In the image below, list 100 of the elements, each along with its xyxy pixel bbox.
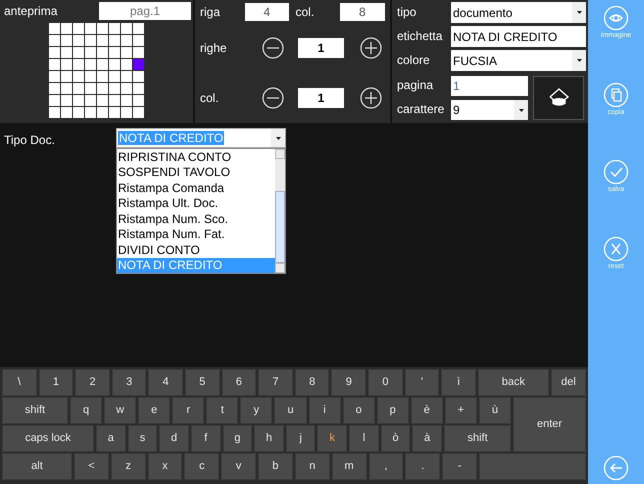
row-field[interactable]: 4 xyxy=(245,3,288,21)
property-field[interactable]: NOTA DI CREDITO xyxy=(451,26,586,47)
list-option[interactable]: Ristampa Num. Sco. xyxy=(117,211,275,226)
preview-cell[interactable] xyxy=(121,95,132,106)
preview-cell[interactable] xyxy=(109,95,120,106)
keyboard-key[interactable]: m xyxy=(332,453,366,480)
preview-cell[interactable] xyxy=(109,71,120,82)
preview-cell[interactable] xyxy=(49,23,60,34)
plus-icon[interactable] xyxy=(360,87,382,109)
preview-cell[interactable] xyxy=(73,23,84,34)
scrollbar[interactable] xyxy=(275,149,285,273)
keyboard-key[interactable]: back xyxy=(478,369,549,396)
page-field[interactable]: pag.1 xyxy=(99,2,191,20)
keyboard-key[interactable]: 2 xyxy=(75,369,110,396)
keyboard-key[interactable]: alt xyxy=(2,453,72,480)
preview-cell[interactable] xyxy=(97,59,108,70)
property-select[interactable]: 9 xyxy=(451,100,528,120)
keyboard-key[interactable]: ì xyxy=(441,369,476,396)
preview-cell[interactable] xyxy=(73,83,84,94)
preview-cell[interactable] xyxy=(97,95,108,106)
keyboard-key[interactable]: 3 xyxy=(112,369,146,396)
keyboard-key[interactable]: shift xyxy=(444,425,512,452)
preview-cell[interactable] xyxy=(61,83,72,94)
keyboard-key[interactable]: t xyxy=(206,397,238,424)
preview-cell[interactable] xyxy=(49,35,60,46)
preview-cell[interactable] xyxy=(73,71,84,82)
preview-cell[interactable] xyxy=(61,35,72,46)
keyboard-key[interactable]: d xyxy=(159,425,189,452)
preview-cell[interactable] xyxy=(85,71,96,82)
preview-cell[interactable] xyxy=(97,47,108,58)
preview-cell[interactable] xyxy=(61,71,72,82)
preview-cell[interactable] xyxy=(73,95,84,106)
preview-cell[interactable] xyxy=(133,35,144,46)
keyboard-key[interactable]: g xyxy=(222,425,252,452)
keyboard-key[interactable]: del xyxy=(550,369,586,396)
list-option[interactable]: RIPRISTINA CONTO xyxy=(117,149,275,164)
keyboard-key[interactable]: enter xyxy=(513,397,586,452)
blank-key[interactable] xyxy=(478,453,586,480)
preview-cell[interactable] xyxy=(49,83,60,94)
preview-cell[interactable] xyxy=(97,23,108,34)
keyboard-key[interactable]: c xyxy=(184,453,220,480)
preview-cell[interactable] xyxy=(49,107,60,118)
preview-cell[interactable] xyxy=(85,83,96,94)
keyboard-key[interactable]: b xyxy=(258,453,293,480)
preview-cell[interactable] xyxy=(133,95,144,106)
preview-cell[interactable] xyxy=(109,107,120,118)
preview-cell[interactable] xyxy=(109,59,120,70)
keyboard-key[interactable]: z xyxy=(110,453,146,480)
keyboard-key[interactable]: \ xyxy=(2,369,37,396)
preview-cell[interactable] xyxy=(109,47,120,58)
span-field[interactable]: 1 xyxy=(298,88,344,108)
preview-cell[interactable] xyxy=(121,83,132,94)
keyboard-key[interactable]: 8 xyxy=(294,369,330,396)
list-option[interactable]: DIVIDI CONTO xyxy=(117,242,275,258)
preview-cell[interactable] xyxy=(73,107,84,118)
keyboard-key[interactable]: 9 xyxy=(331,369,366,396)
keyboard-key[interactable]: 6 xyxy=(222,369,256,396)
keyboard-key[interactable]: 7 xyxy=(258,369,293,396)
keyboard-key[interactable]: f xyxy=(190,425,221,452)
preview-cell[interactable] xyxy=(61,59,72,70)
keyboard-key[interactable]: h xyxy=(254,425,284,452)
preview-cell[interactable] xyxy=(121,35,132,46)
keyboard-key[interactable]: n xyxy=(294,453,330,480)
keyboard-key[interactable]: à xyxy=(412,425,442,452)
keyboard-key[interactable]: e xyxy=(138,397,170,424)
preview-cell[interactable] xyxy=(133,107,144,118)
preview-cell[interactable] xyxy=(133,71,144,82)
keyboard-key[interactable]: < xyxy=(74,453,109,480)
keyboard-key[interactable]: 0 xyxy=(368,369,403,396)
keyboard-key[interactable]: ' xyxy=(404,369,440,396)
sidebar-button[interactable] xyxy=(603,455,629,481)
preview-cell[interactable] xyxy=(49,71,60,82)
preview-cell[interactable] xyxy=(61,47,72,58)
preview-cell[interactable] xyxy=(109,83,120,94)
preview-cell[interactable] xyxy=(85,23,96,34)
property-select[interactable]: FUCSIA xyxy=(451,50,586,71)
keyboard-key[interactable]: s xyxy=(128,425,158,452)
preview-cell[interactable] xyxy=(97,83,108,94)
keyboard-key[interactable]: p xyxy=(376,397,409,424)
preview-cell[interactable] xyxy=(61,23,72,34)
keyboard-key[interactable]: . xyxy=(405,453,440,480)
keyboard-key[interactable]: x xyxy=(148,453,182,480)
preview-cell[interactable] xyxy=(61,95,72,106)
preview-cell[interactable] xyxy=(121,59,132,70)
preview-cell[interactable] xyxy=(109,35,120,46)
preview-cell[interactable] xyxy=(121,71,132,82)
keyboard-key[interactable]: j xyxy=(286,425,316,452)
keyboard-key[interactable]: shift xyxy=(2,397,68,424)
preview-cell[interactable] xyxy=(49,47,60,58)
plus-icon[interactable] xyxy=(360,37,382,59)
preview-cell[interactable] xyxy=(85,95,96,106)
preview-cell[interactable] xyxy=(73,35,84,46)
preview-cell[interactable] xyxy=(133,59,144,70)
preview-cell[interactable] xyxy=(97,35,108,46)
list-option[interactable]: SOSPENDI TAVOLO xyxy=(117,164,275,180)
keyboard-key[interactable]: è xyxy=(410,397,443,424)
preview-cell[interactable] xyxy=(133,83,144,94)
preview-cell[interactable] xyxy=(133,47,144,58)
keyboard-key[interactable]: ù xyxy=(478,397,512,424)
preview-cell[interactable] xyxy=(61,107,72,118)
